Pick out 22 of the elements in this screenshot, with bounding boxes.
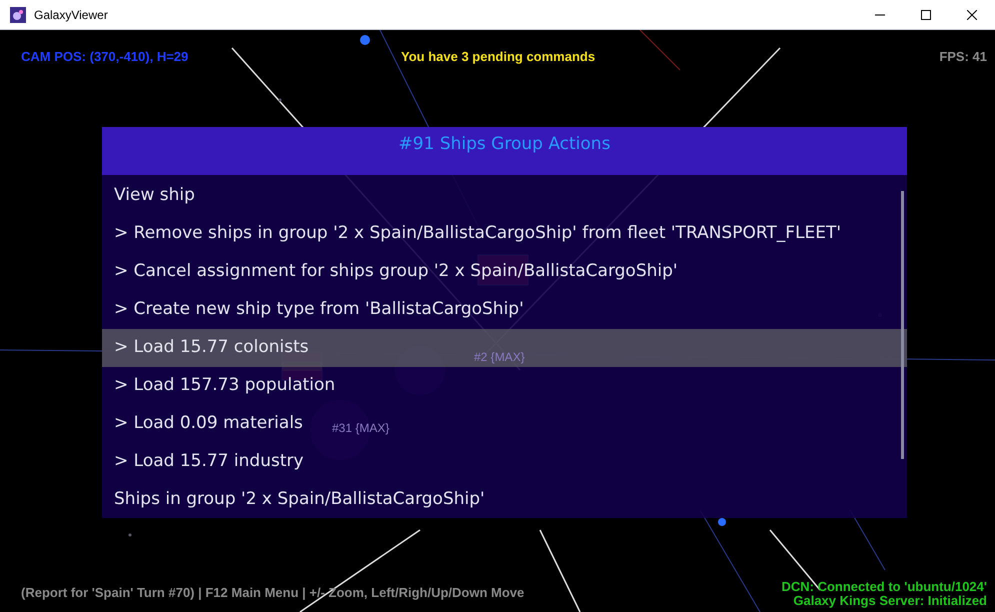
menu-item[interactable]: > Create new ship type from 'BallistaCargoShip' xyxy=(102,291,536,329)
connection-status: DCN: Connected to 'ubuntu/1024' xyxy=(781,580,987,594)
map-label: #31 {MAX} xyxy=(332,421,390,435)
menu-item[interactable]: Ships in group '2 x Spain/BallistaCargoShip' xyxy=(102,481,497,519)
connection-status: Galaxy Kings Server: Initialized xyxy=(793,594,987,608)
menu-item[interactable]: > Load 15.77 industry xyxy=(102,443,316,481)
app-icon xyxy=(10,6,26,22)
fps-counter: FPS: 41 xyxy=(939,48,987,66)
menu-item[interactable]: > Remove ships in group '2 x Spain/BallistaCargoShip' from fleet 'TRANSPORT_FLEET' xyxy=(102,215,854,253)
status-line: (Report for 'Spain' Turn #70) | F12 Main Menu | +/- Zoom, Left/Righ/Up/Down Move xyxy=(21,584,524,602)
window-title: GalaxyViewer xyxy=(34,6,108,24)
dialog-title: #91 Ships Group Actions xyxy=(398,133,610,156)
close-icon xyxy=(967,10,977,20)
pending-commands-notice: You have 3 pending commands xyxy=(401,48,596,66)
camera-position: CAM POS: (370,-410), H=29 xyxy=(21,48,188,66)
map-label: #2 {MAX} xyxy=(474,350,525,364)
menu-item[interactable]: > Cancel assignment for ships group '2 x Spain/BallistaCargoShip' xyxy=(102,253,690,291)
maximize-icon xyxy=(921,10,931,20)
menu-item[interactable]: > Load 157.73 population xyxy=(102,367,348,405)
menu-item[interactable]: > Load 0.09 materials xyxy=(102,405,315,443)
menu-item[interactable]: View ship xyxy=(102,177,207,215)
scrollbar-thumb[interactable] xyxy=(901,191,904,459)
